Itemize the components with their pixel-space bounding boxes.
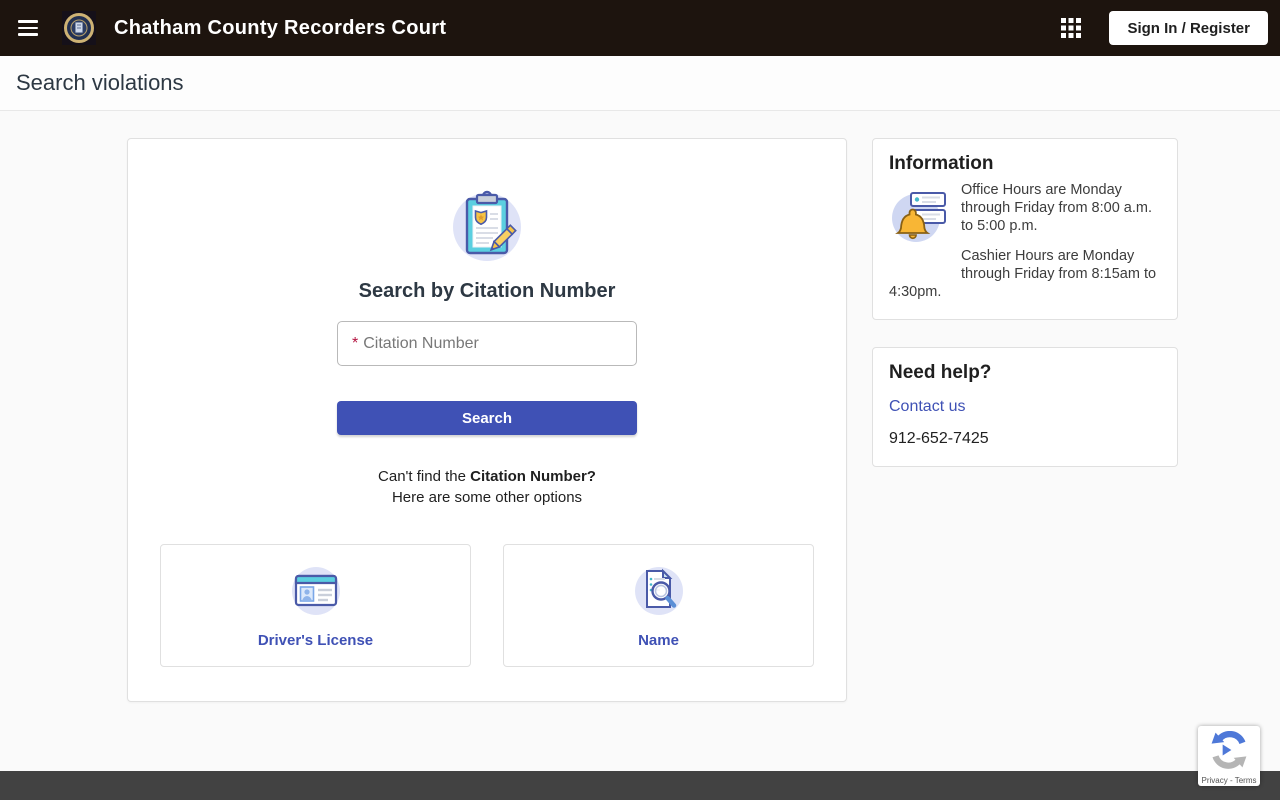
cashier-hours-text: Cashier Hours are Monday through Friday … <box>889 248 1157 300</box>
other-options-row: Driver's License Name <box>128 508 846 701</box>
information-title: Information <box>889 153 994 174</box>
footer-bar <box>0 771 1280 800</box>
information-card: Information Office Hours are Monday thro… <box>872 138 1178 320</box>
citation-number-input[interactable] <box>337 321 637 366</box>
clipboard-shield-icon <box>449 190 525 267</box>
search-button[interactable]: Search <box>337 401 637 435</box>
menu-button[interactable] <box>8 8 48 48</box>
recaptcha-icon <box>1210 730 1248 774</box>
option-drivers-license[interactable]: Driver's License <box>160 544 471 667</box>
option-label: Name <box>638 631 679 649</box>
name-search-icon <box>630 563 688 622</box>
option-label: Driver's License <box>257 631 374 649</box>
drivers-license-icon <box>287 563 345 622</box>
app-header: Chatham County Recorders Court Sign In /… <box>0 0 1280 56</box>
contact-us-link[interactable]: Contact us <box>889 398 965 416</box>
need-help-card: Need help? Contact us 912-652-7425 <box>872 347 1178 467</box>
cant-find-text: Can't find the Citation Number? Here are… <box>378 468 596 506</box>
apps-grid-icon <box>1061 18 1082 38</box>
notification-bell-icon <box>889 187 951 248</box>
hamburger-icon <box>18 20 38 36</box>
option-name[interactable]: Name <box>503 544 814 667</box>
recaptcha-badge[interactable]: Privacy - Terms <box>1198 726 1260 786</box>
recaptcha-privacy-terms[interactable]: Privacy - Terms <box>1202 776 1257 785</box>
county-seal-logo <box>62 11 96 45</box>
search-heading: Search by Citation Number <box>358 280 616 302</box>
side-column: Information Office Hours are Monday thro… <box>872 138 1178 467</box>
page-title: Search violations <box>16 70 184 95</box>
app-title: Chatham County Recorders Court <box>114 16 447 39</box>
search-card: Search by Citation Number * Citation Num… <box>127 138 847 702</box>
apps-grid-button[interactable] <box>1051 8 1091 48</box>
sign-in-register-button[interactable]: Sign In / Register <box>1109 11 1268 45</box>
need-help-title: Need help? <box>889 362 992 383</box>
phone-number: 912-652-7425 <box>889 430 989 447</box>
page-header: Search violations <box>0 56 1280 111</box>
content-area: Search by Citation Number * Citation Num… <box>127 138 1280 702</box>
